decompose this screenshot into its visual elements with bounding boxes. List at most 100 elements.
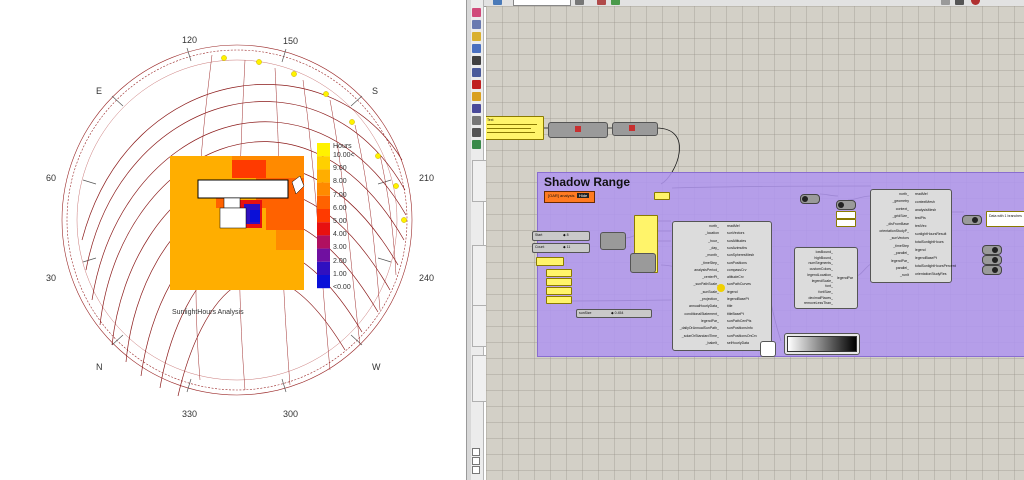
component-port[interactable]: _gridSize_: [892, 214, 909, 218]
open-file-icon[interactable]: [493, 0, 502, 5]
badge-hide-button[interactable]: Hide: [577, 193, 590, 198]
component-port[interactable]: sunPositionsOnCrv: [727, 334, 757, 338]
component-port[interactable]: _runIt: [900, 273, 909, 277]
component-port[interactable]: removeLessThan_: [804, 301, 833, 305]
preview-selected-icon[interactable]: [971, 0, 980, 5]
component-port[interactable]: _disFromBase: [886, 222, 909, 226]
shadow-range-group[interactable]: Shadow Range [OAR] analysis Hide Start ◆…: [532, 172, 1024, 357]
preview-off-icon[interactable]: [597, 0, 606, 5]
component-port[interactable]: compassCrv: [727, 268, 746, 272]
component-port[interactable]: legendPar_: [701, 319, 719, 323]
boolean-toggle[interactable]: [836, 200, 856, 210]
component-port[interactable]: legendPar_: [891, 259, 909, 263]
component-port[interactable]: context_: [896, 207, 909, 211]
component-port[interactable]: _timeStep_: [701, 261, 719, 265]
start-slider[interactable]: Start ◆ 8: [532, 231, 590, 241]
component-port[interactable]: parallel_: [896, 266, 909, 270]
component-port[interactable]: _hour_: [708, 239, 719, 243]
rhino-viewport[interactable]: 120 150 E S 60 210 30 240 N W 330 300 Ho…: [0, 0, 466, 480]
value-panel[interactable]: [546, 296, 572, 304]
component-port[interactable]: highBound_: [814, 256, 833, 260]
side-tab[interactable]: [472, 305, 487, 347]
component-port[interactable]: decimalPlaces_: [808, 296, 833, 300]
component-port[interactable]: _projection_: [700, 297, 719, 301]
boolean-toggle[interactable]: [962, 215, 982, 225]
component-port[interactable]: analysisPeriod_: [694, 268, 719, 272]
component-port[interactable]: _location: [705, 231, 719, 235]
value-panel[interactable]: [654, 192, 670, 200]
legend-parameters-component[interactable]: lowBound_ highBound_ numSegments_ customCol…: [794, 247, 858, 309]
component-port[interactable]: _parallel_: [894, 251, 909, 255]
value-panel[interactable]: [546, 269, 572, 277]
value-panel[interactable]: [536, 257, 564, 266]
gradient-input-panel[interactable]: [760, 341, 776, 357]
series-component[interactable]: [630, 253, 656, 273]
component-port[interactable]: _geometry: [892, 199, 909, 203]
component-port[interactable]: selHourlyData: [727, 341, 749, 345]
component-port[interactable]: _timeStep: [893, 244, 909, 248]
component-port[interactable]: orientationStudyRes: [915, 272, 947, 276]
value-panel[interactable]: [546, 287, 572, 295]
component-port[interactable]: _day_: [709, 246, 719, 250]
component-port[interactable]: font_: [825, 284, 833, 288]
component-port[interactable]: legend: [727, 290, 738, 294]
preview-wire-icon[interactable]: [941, 0, 950, 5]
component-port[interactable]: legendScale_: [812, 279, 833, 283]
component-port[interactable]: orientationStudyP_: [879, 229, 909, 233]
component-port[interactable]: customColors_: [810, 267, 833, 271]
component-port[interactable]: contextMesh: [915, 200, 935, 204]
number-panel[interactable]: [836, 219, 856, 227]
component-port[interactable]: _sunPathScale_: [694, 282, 720, 286]
component-port[interactable]: sunPositions: [727, 261, 747, 265]
value-panel[interactable]: [546, 278, 572, 286]
component-port[interactable]: numSegments_: [808, 261, 833, 265]
component-port[interactable]: sunVectors: [727, 231, 744, 235]
sunsize-slider[interactable]: sunSize ◆ 0.454: [576, 309, 652, 318]
boolean-toggle[interactable]: [982, 265, 1002, 275]
component-port[interactable]: legendBasePt: [727, 297, 749, 301]
number-panel[interactable]: [836, 211, 856, 219]
component-port[interactable]: _sunVectors: [890, 236, 909, 240]
component-port[interactable]: _centerPt_: [702, 275, 719, 279]
component-port[interactable]: lowBound_: [816, 250, 833, 254]
pointer-icon[interactable]: [472, 20, 481, 29]
import-epw-component[interactable]: [548, 122, 608, 138]
component-port[interactable]: conditionalStatement_: [684, 312, 719, 316]
component-port[interactable]: north_: [709, 224, 719, 228]
folder-icon[interactable]: [472, 32, 481, 41]
component-port[interactable]: _month_: [705, 253, 719, 257]
component-port[interactable]: testPts: [915, 216, 926, 220]
gradient-component[interactable]: [784, 333, 860, 355]
component-port[interactable]: _bakeIt_: [706, 341, 719, 345]
sunlight-hours-component[interactable]: north_ _geometry context_ _gridSize_ _disFro…: [870, 189, 956, 283]
group-badge[interactable]: [OAR] analysis Hide: [544, 191, 595, 203]
range-component[interactable]: [600, 232, 626, 250]
component-port[interactable]: totalSunlightHours: [915, 240, 944, 244]
component-port[interactable]: _sunScale_: [701, 290, 719, 294]
count-slider[interactable]: Count ◆ 11: [532, 243, 590, 253]
component-port[interactable]: sunAltitudes: [727, 239, 746, 243]
zoom-icon[interactable]: [575, 0, 584, 5]
grasshopper-canvas[interactable]: Text Shadow Range [OAR] analysis Hide St…: [486, 6, 1024, 480]
component-port[interactable]: legend: [915, 248, 926, 252]
source-text-panel[interactable]: Text: [486, 116, 544, 140]
component-port[interactable]: analysisMesh: [915, 208, 936, 212]
component-port[interactable]: annualHourlyData_: [689, 304, 719, 308]
component-port[interactable]: testVec: [915, 224, 926, 228]
draw-icon[interactable]: [472, 8, 481, 17]
component-port[interactable]: readMe!: [915, 192, 928, 196]
component-port[interactable]: sunPositionsInfo: [727, 326, 753, 330]
component-port[interactable]: legendLocation_: [807, 273, 833, 277]
side-tab[interactable]: [472, 355, 487, 402]
preview-on-icon[interactable]: [611, 0, 620, 5]
grid-icon[interactable]: [472, 44, 481, 53]
component-port[interactable]: sunPathCurves: [727, 282, 751, 286]
boolean-toggle[interactable]: [800, 194, 820, 204]
component-port[interactable]: _solarOrStandardTime_: [682, 334, 719, 338]
component-port[interactable]: readMe!: [727, 224, 740, 228]
component-port[interactable]: altitudeCrv: [727, 275, 744, 279]
component-port[interactable]: sunlightHoursResult: [915, 232, 946, 236]
component-port[interactable]: north_: [899, 192, 909, 196]
component-port[interactable]: _dailyOrAnnualSunPath_: [680, 326, 719, 330]
component-port[interactable]: fontSize_: [818, 290, 833, 294]
